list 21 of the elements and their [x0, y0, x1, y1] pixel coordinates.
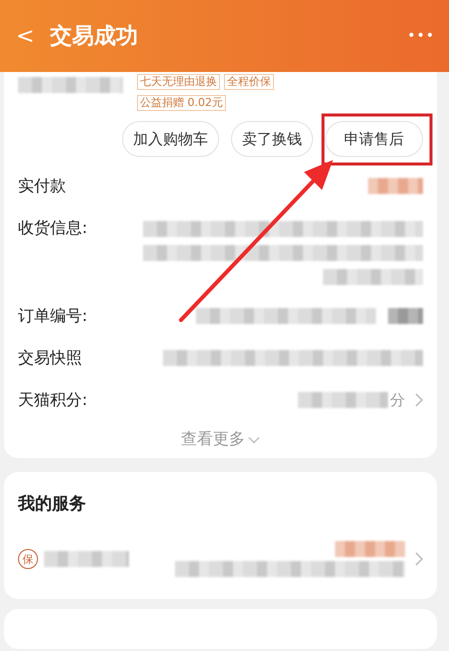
- page-title: 交易成功: [50, 22, 139, 51]
- points-unit: 分: [390, 390, 405, 410]
- row-label: 收货信息:: [18, 217, 88, 239]
- action-button[interactable]: 加入购物车: [122, 121, 219, 157]
- service-tag: 七天无理由退换: [137, 74, 220, 90]
- row-label: 订单编号:: [18, 305, 88, 327]
- action-button[interactable]: 申请售后: [325, 121, 423, 157]
- blurred-text: [368, 178, 423, 194]
- chevron-down-icon: [248, 436, 260, 444]
- row-label: 实付款: [18, 175, 67, 197]
- blurred-text: [335, 541, 405, 557]
- chevron-icon[interactable]: [415, 552, 423, 566]
- row-label: 天猫积分:: [18, 389, 88, 411]
- section-title: 我的服务: [18, 493, 87, 515]
- guarantee-badge: 保: [18, 549, 38, 569]
- blurred-text: [388, 308, 423, 324]
- service-tag: 全程价保: [224, 74, 274, 90]
- service-tag: 公益捐赠 0.02元: [137, 95, 226, 111]
- chevron-icon[interactable]: [415, 393, 423, 407]
- row-label: 交易快照: [18, 347, 83, 369]
- action-button[interactable]: 卖了换钱: [231, 121, 313, 157]
